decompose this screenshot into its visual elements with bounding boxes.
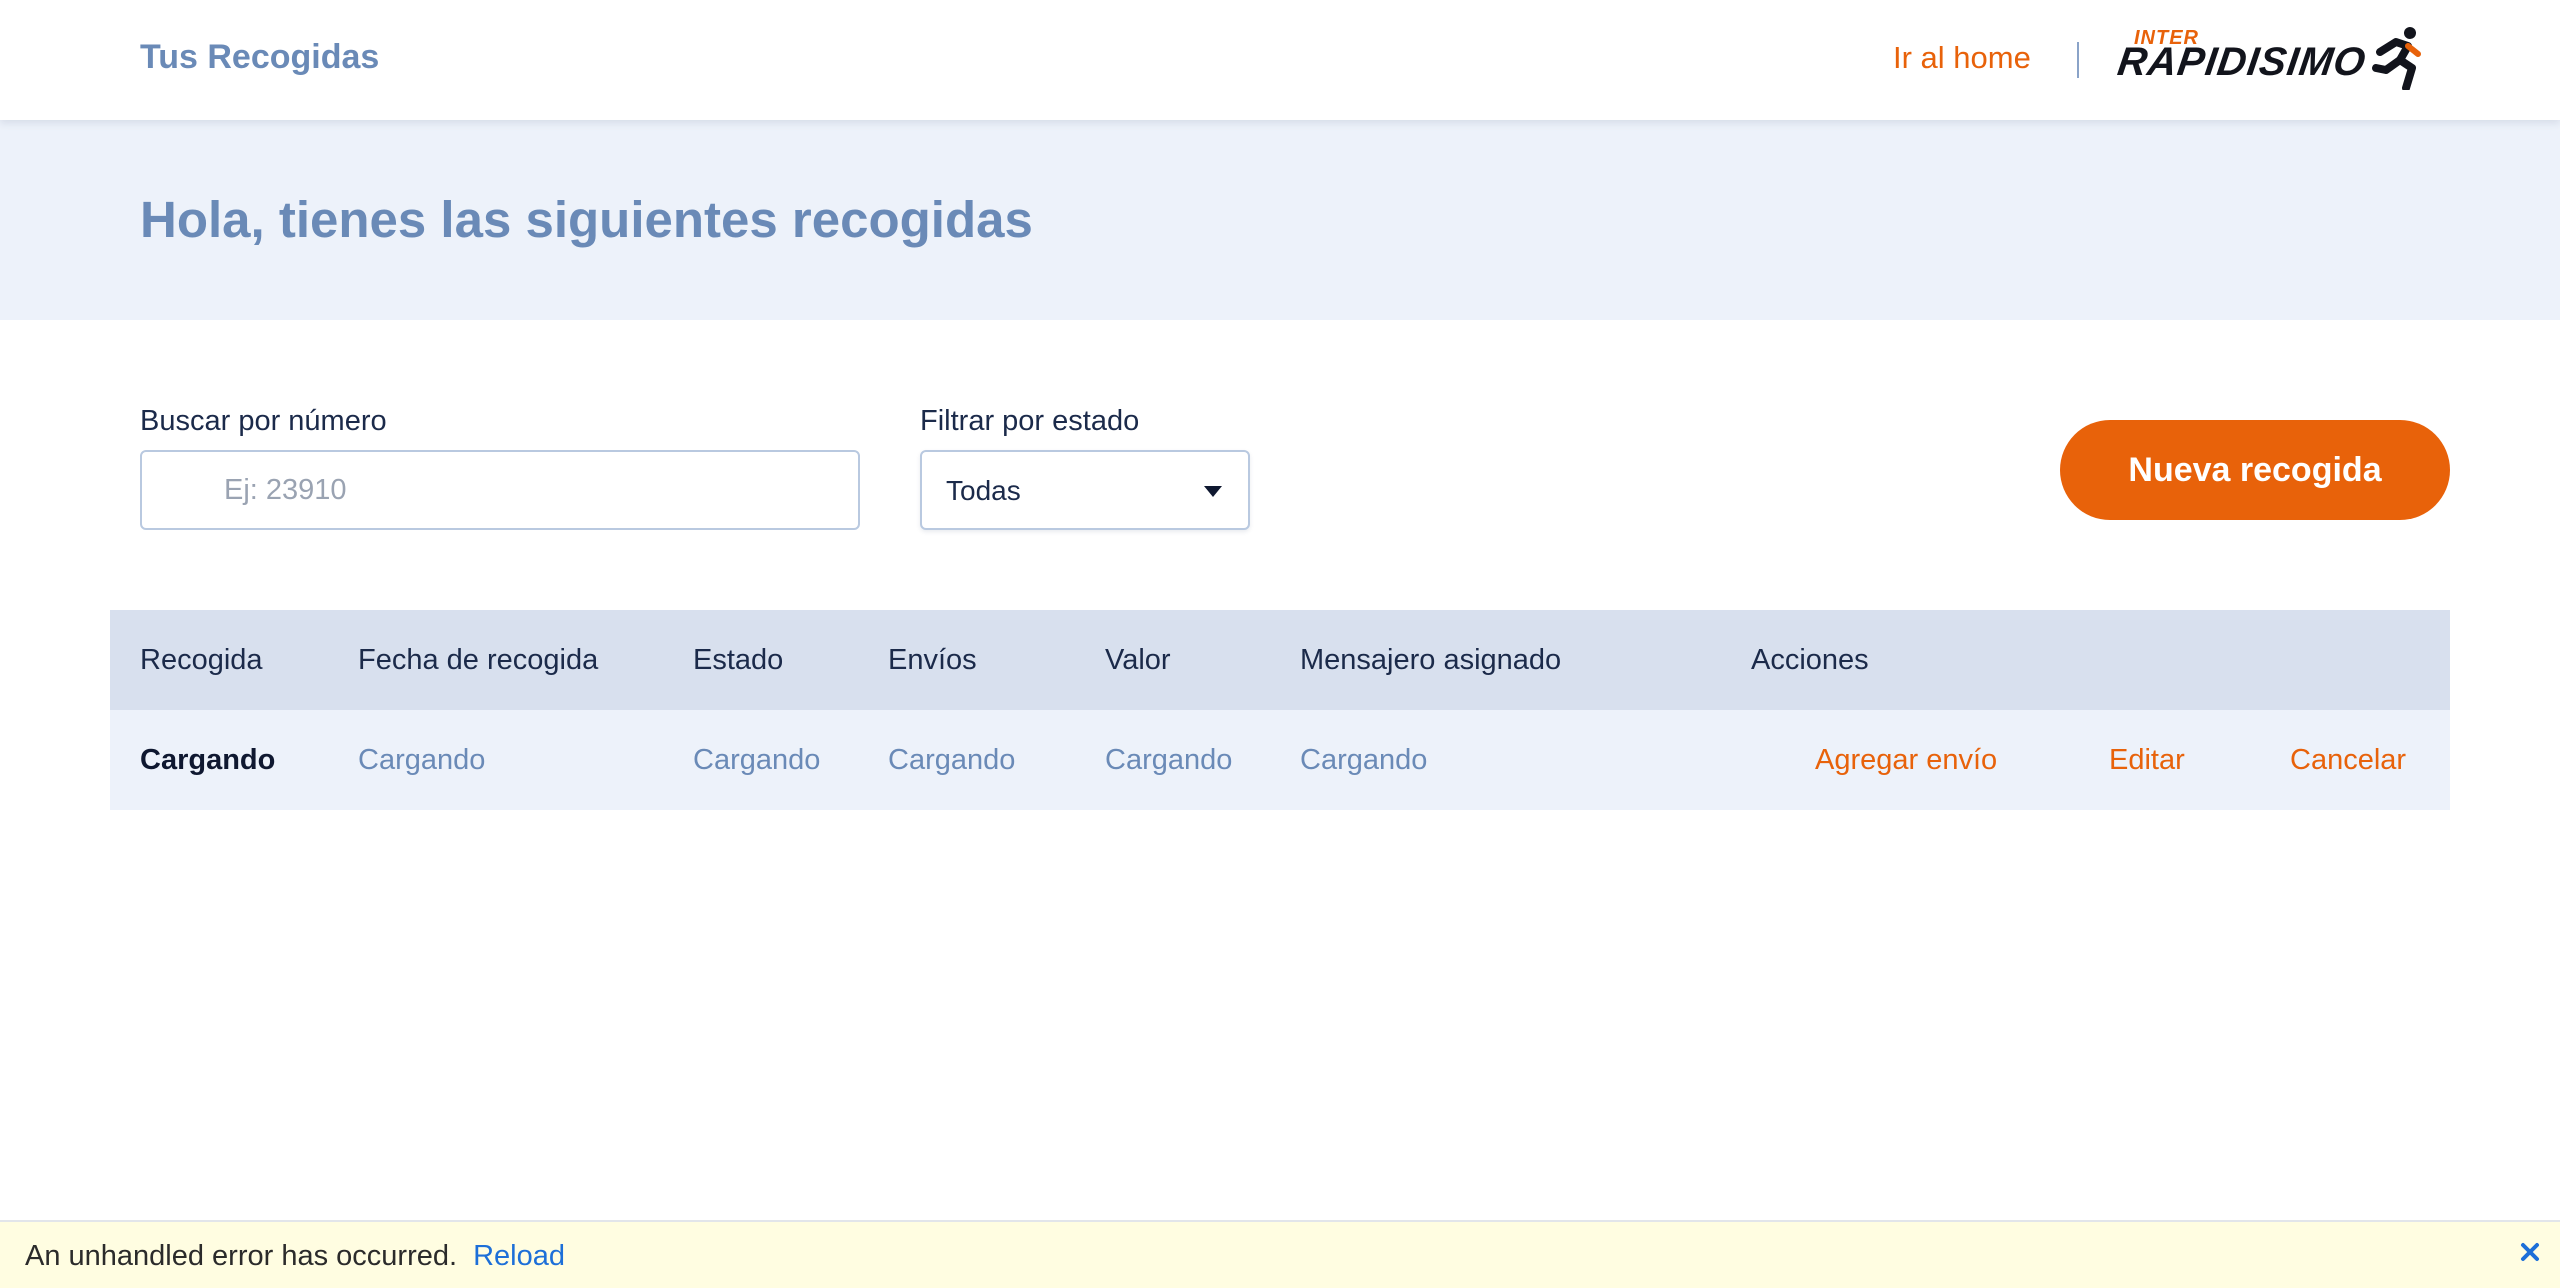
page-title: Tus Recogidas [140, 38, 380, 76]
column-header-valor: Valor [1105, 644, 1171, 676]
status-filter-select[interactable]: Todas [920, 450, 1250, 530]
column-header-fecha: Fecha de recogida [358, 644, 599, 676]
top-header: Tus Recogidas Ir al home INTER RAPIDISIM… [0, 0, 2560, 120]
column-header-estado: Estado [693, 644, 784, 676]
home-link[interactable]: Ir al home [1893, 40, 2031, 76]
table-row: Cargando Cargando Cargando Cargando Carg… [110, 710, 2450, 810]
table-header: Recogida Fecha de recogida Estado Envíos… [110, 610, 2450, 710]
cell-fecha: Cargando [358, 744, 486, 776]
greeting-heading: Hola, tienes las siguientes recogidas [140, 191, 1033, 248]
brand-logo[interactable]: INTER RAPIDISIMO [2114, 26, 2424, 92]
edit-link[interactable]: Editar [2109, 744, 2185, 777]
column-header-envios: Envíos [888, 644, 977, 676]
column-header-recogida: Recogida [140, 644, 263, 676]
cell-estado: Cargando [693, 744, 821, 776]
status-filter-label: Filtrar por estado [920, 405, 1140, 437]
search-label: Buscar por número [140, 405, 387, 437]
search-input[interactable] [140, 450, 860, 530]
add-shipment-link[interactable]: Agregar envío [1815, 744, 1997, 777]
cell-recogida: Cargando [140, 744, 276, 776]
header-divider [2077, 42, 2079, 78]
cell-valor: Cargando [1105, 744, 1233, 776]
error-text: An unhandled error has occurred. [25, 1240, 458, 1272]
column-header-acciones: Acciones [1751, 644, 1869, 676]
column-header-mensajero: Mensajero asignado [1300, 644, 1562, 676]
status-filter-value: Todas [946, 475, 1021, 506]
logo-main-text: RAPIDISIMO [2114, 40, 2369, 84]
chevron-down-icon [1204, 486, 1222, 497]
reload-link[interactable]: Reload [473, 1240, 565, 1272]
greeting-banner: Hola, tienes las siguientes recogidas [0, 120, 2560, 320]
cancel-link[interactable]: Cancelar [2290, 744, 2406, 777]
runner-icon [2372, 27, 2421, 90]
error-banner: An unhandled error has occurred. Reload [0, 1220, 2560, 1288]
cell-mensajero: Cargando [1300, 744, 1428, 776]
close-icon[interactable] [2516, 1238, 2544, 1266]
new-pickup-button[interactable]: Nueva recogida [2060, 420, 2450, 520]
cell-envios: Cargando [888, 744, 1016, 776]
error-message: An unhandled error has occurred. Reload [25, 1240, 565, 1273]
